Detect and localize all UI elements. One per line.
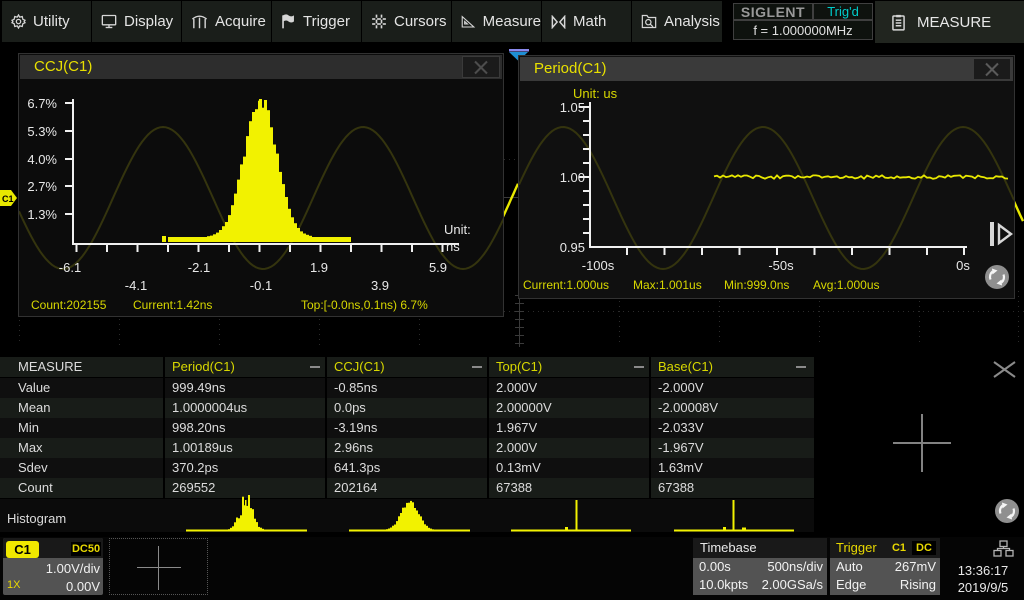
svg-text:3.9: 3.9 [371, 278, 389, 293]
svg-text:-2.1: -2.1 [188, 260, 210, 275]
svg-text:-0.1: -0.1 [250, 278, 272, 293]
svg-text:-50s: -50s [768, 258, 794, 273]
svg-text:1.3%: 1.3% [27, 207, 57, 222]
svg-text:4.0%: 4.0% [27, 152, 57, 167]
svg-text:-6.1: -6.1 [59, 260, 81, 275]
svg-text:Unit:: Unit: [444, 222, 471, 237]
svg-text:0s: 0s [956, 258, 970, 273]
svg-text:0.95: 0.95 [560, 240, 585, 255]
svg-text:-100s: -100s [582, 258, 615, 273]
svg-text:5.3%: 5.3% [27, 124, 57, 139]
svg-text:Unit: us: Unit: us [573, 86, 618, 101]
svg-text:C1: C1 [2, 194, 14, 204]
svg-text:2.7%: 2.7% [27, 179, 57, 194]
svg-text:ns: ns [446, 239, 460, 254]
svg-text:-4.1: -4.1 [125, 278, 147, 293]
svg-text:1.00: 1.00 [560, 170, 585, 185]
svg-text:1.05: 1.05 [560, 100, 585, 115]
svg-text:5.9: 5.9 [429, 260, 447, 275]
svg-text:6.7%: 6.7% [27, 96, 57, 111]
svg-text:1.9: 1.9 [310, 260, 328, 275]
